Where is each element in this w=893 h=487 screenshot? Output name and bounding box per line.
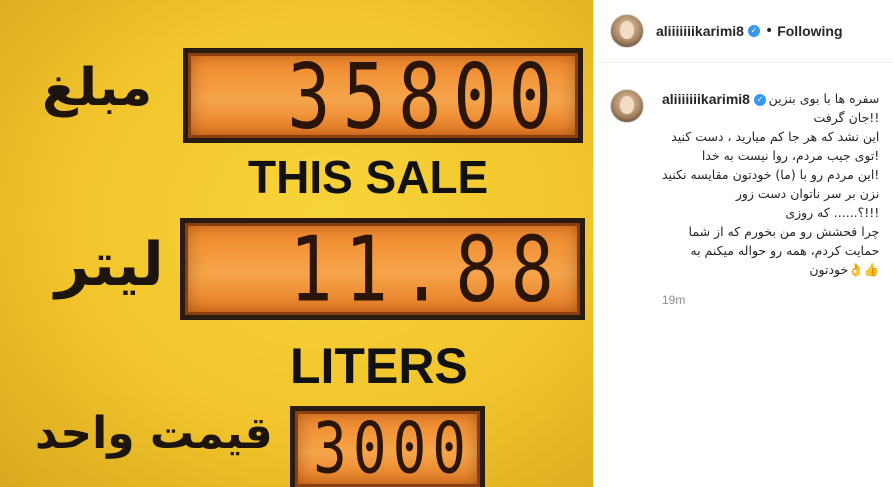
unit-price-label-fa: قیمت واحد	[35, 408, 273, 459]
caption-username[interactable]: aliiiiiiikarimi8	[662, 91, 750, 107]
caption-avatar[interactable]	[610, 89, 644, 123]
caption-line-7: !!!؟...... که روزی	[785, 205, 880, 220]
caption-body: aliiiiiiikarimi8 ✓ سفره ها با بوی بنزین !…	[662, 89, 879, 307]
caption-line-6: نزن بر سر ناتوان دست زور	[735, 186, 880, 201]
post-timestamp[interactable]: 19m	[662, 293, 879, 307]
caption-line-9: حمایت کردم، همه رو حواله میکنم به	[690, 243, 880, 258]
caption-line-5: !این مردم رو با (ما) خودتون مقایسه نکنید	[662, 167, 880, 182]
unit-price-value: 3000	[313, 408, 472, 487]
verified-badge-icon: ✓	[747, 25, 760, 37]
post-sidebar: aliiiiiiikarimi8 ✓ • Following aliiiiiii…	[593, 0, 893, 487]
amount-value: 35800	[287, 43, 564, 148]
amount-label-fa: مبلغ	[42, 58, 153, 118]
liters-value: 11.88	[289, 216, 566, 322]
caption-verified-badge-icon: ✓	[753, 93, 766, 106]
caption-line-8: چرا فحشش رو من بخورم که از شما	[688, 224, 880, 239]
caption-line-4: !توی جیب مردم، روا نیست به خدا	[701, 148, 880, 163]
liters-display: 11.88	[180, 216, 585, 322]
caption-first-line: aliiiiiiikarimi8 ✓ سفره ها با بوی بنزین	[662, 89, 879, 108]
this-sale-label: THIS SALE	[248, 151, 489, 203]
caption-user-wrap: aliiiiiiikarimi8 ✓	[662, 89, 766, 108]
post-image[interactable]: مبلغ 35800 THIS SALE لیتر 11.88 LITERS ق…	[0, 0, 593, 487]
post-header: aliiiiiiikarimi8 ✓ • Following	[594, 0, 893, 63]
caption-line-1: سفره ها با بوی بنزین	[768, 91, 880, 106]
caption-line-3: این نشد که هر جا کم میارید ، دست کنید	[671, 129, 880, 144]
amount-display: 35800	[183, 43, 583, 148]
unit-price-display: 3000	[290, 406, 485, 487]
caption-line-2: !!جان گرفت	[813, 110, 880, 125]
caption-comment: aliiiiiiikarimi8 ✓ سفره ها با بوی بنزین !…	[594, 63, 893, 307]
header-username[interactable]: aliiiiiiikarimi8	[656, 23, 744, 39]
avatar[interactable]	[610, 14, 644, 48]
caption-line-10: 👍👌خودتون	[809, 262, 880, 277]
following-button[interactable]: Following	[777, 23, 842, 39]
liters-label: LITERS	[290, 338, 468, 394]
separator-dot: •	[764, 23, 774, 39]
liter-label-fa: لیتر	[55, 230, 164, 300]
